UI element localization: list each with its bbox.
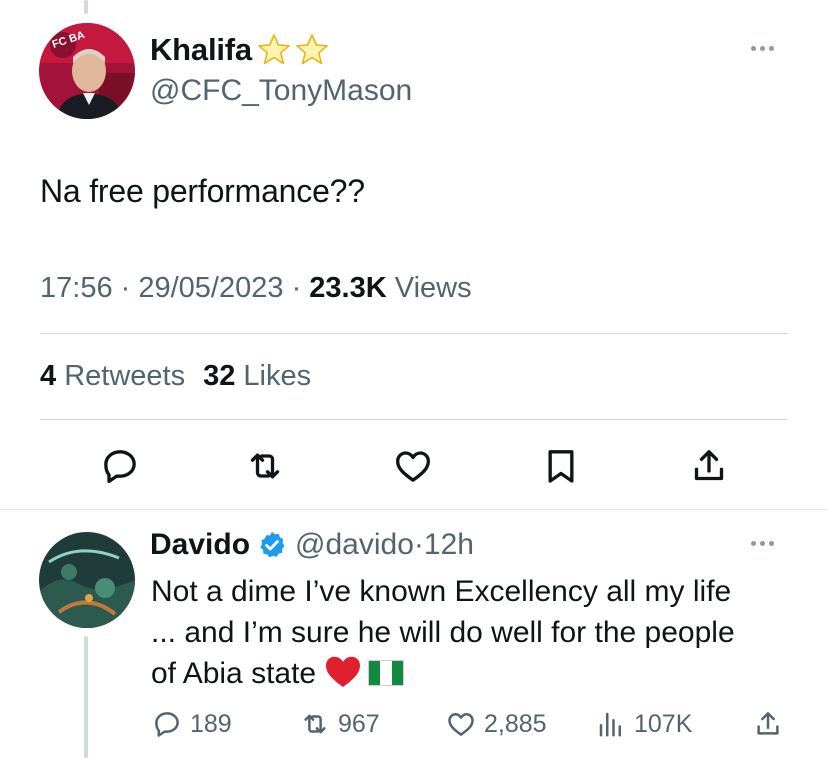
reply-text: Not a dime I’ve known Excellency all my … — [151, 571, 735, 694]
verified-badge-icon — [260, 531, 285, 558]
share-icon — [694, 450, 724, 481]
likes-stat[interactable]: 32 Likes — [203, 360, 311, 393]
bookmark-button[interactable] — [539, 444, 583, 488]
share-icon — [757, 712, 779, 735]
reply-button[interactable] — [98, 444, 142, 488]
more-options-icon[interactable] — [751, 541, 774, 546]
view-count: 107K — [634, 709, 693, 738]
reply-reply-button[interactable]: 189 — [152, 709, 232, 739]
reply-header: Davido @davido · 12h — [150, 528, 474, 562]
divider — [0, 509, 828, 510]
likes-label: Likes — [243, 360, 312, 392]
star-icon — [296, 34, 328, 65]
reply-share-button[interactable] — [753, 709, 791, 739]
tweet-date[interactable]: 29/05/2023 — [138, 272, 283, 304]
share-button[interactable] — [687, 444, 731, 488]
retweets-label: Retweets — [64, 360, 186, 392]
divider — [40, 419, 788, 420]
divider — [40, 333, 788, 334]
reply-icon — [104, 450, 136, 483]
views-chart-icon — [599, 712, 621, 737]
nigeria-flag-emoji — [368, 660, 405, 686]
thread-connector-line — [84, 0, 88, 14]
like-button[interactable] — [391, 444, 435, 488]
star-emojis — [256, 32, 330, 68]
reply-author-handle[interactable]: @davido — [295, 528, 414, 562]
star-icon — [258, 34, 290, 65]
retweets-stat[interactable]: 4 Retweets — [40, 360, 185, 393]
thread-connector-line — [84, 636, 88, 758]
author-name-text: Khalifa — [150, 32, 252, 67]
reply-author-name[interactable]: Davido — [150, 528, 250, 562]
reply-time[interactable]: 12h — [424, 528, 474, 562]
retweet-icon — [304, 714, 326, 734]
reply-views-button[interactable]: 107K — [596, 709, 692, 739]
more-options-icon[interactable] — [751, 46, 774, 51]
like-count: 2,885 — [484, 709, 547, 738]
views-count: 23.3K — [309, 272, 387, 304]
like-icon — [396, 451, 430, 482]
retweet-count: 967 — [338, 709, 380, 738]
reply-text-line: ... and I’m sure he will do well for the… — [151, 616, 735, 649]
retweets-count: 4 — [40, 360, 57, 392]
engagement-stats: 4 Retweets 32 Likes — [40, 360, 311, 393]
bookmark-icon — [548, 450, 574, 483]
tweet-time[interactable]: 17:56 — [40, 272, 113, 304]
avatar[interactable]: FC BA — [39, 23, 135, 119]
views-label: Views — [394, 272, 472, 304]
reply-retweet-button[interactable]: 967 — [300, 709, 380, 739]
tweet-meta: 17:56 · 29/05/2023 · 23.3K Views — [40, 272, 472, 304]
author-handle[interactable]: @CFC_TonyMason — [150, 74, 412, 108]
reply-text-line: Not a dime I’ve known Excellency all my … — [151, 575, 732, 608]
reply-text-line: of Abia state — [151, 657, 317, 690]
retweet-icon — [250, 453, 280, 479]
reply-like-button[interactable]: 2,885 — [446, 709, 547, 739]
like-icon — [448, 713, 474, 736]
retweet-button[interactable] — [243, 444, 287, 488]
likes-count: 32 — [203, 360, 236, 392]
reply-icon — [155, 712, 179, 737]
avatar[interactable] — [39, 532, 135, 628]
tweet-text: Na free performance?? — [40, 173, 365, 209]
author-name[interactable]: Khalifa — [150, 32, 330, 68]
red-heart-emoji — [326, 656, 361, 687]
reply-count: 189 — [190, 709, 232, 738]
